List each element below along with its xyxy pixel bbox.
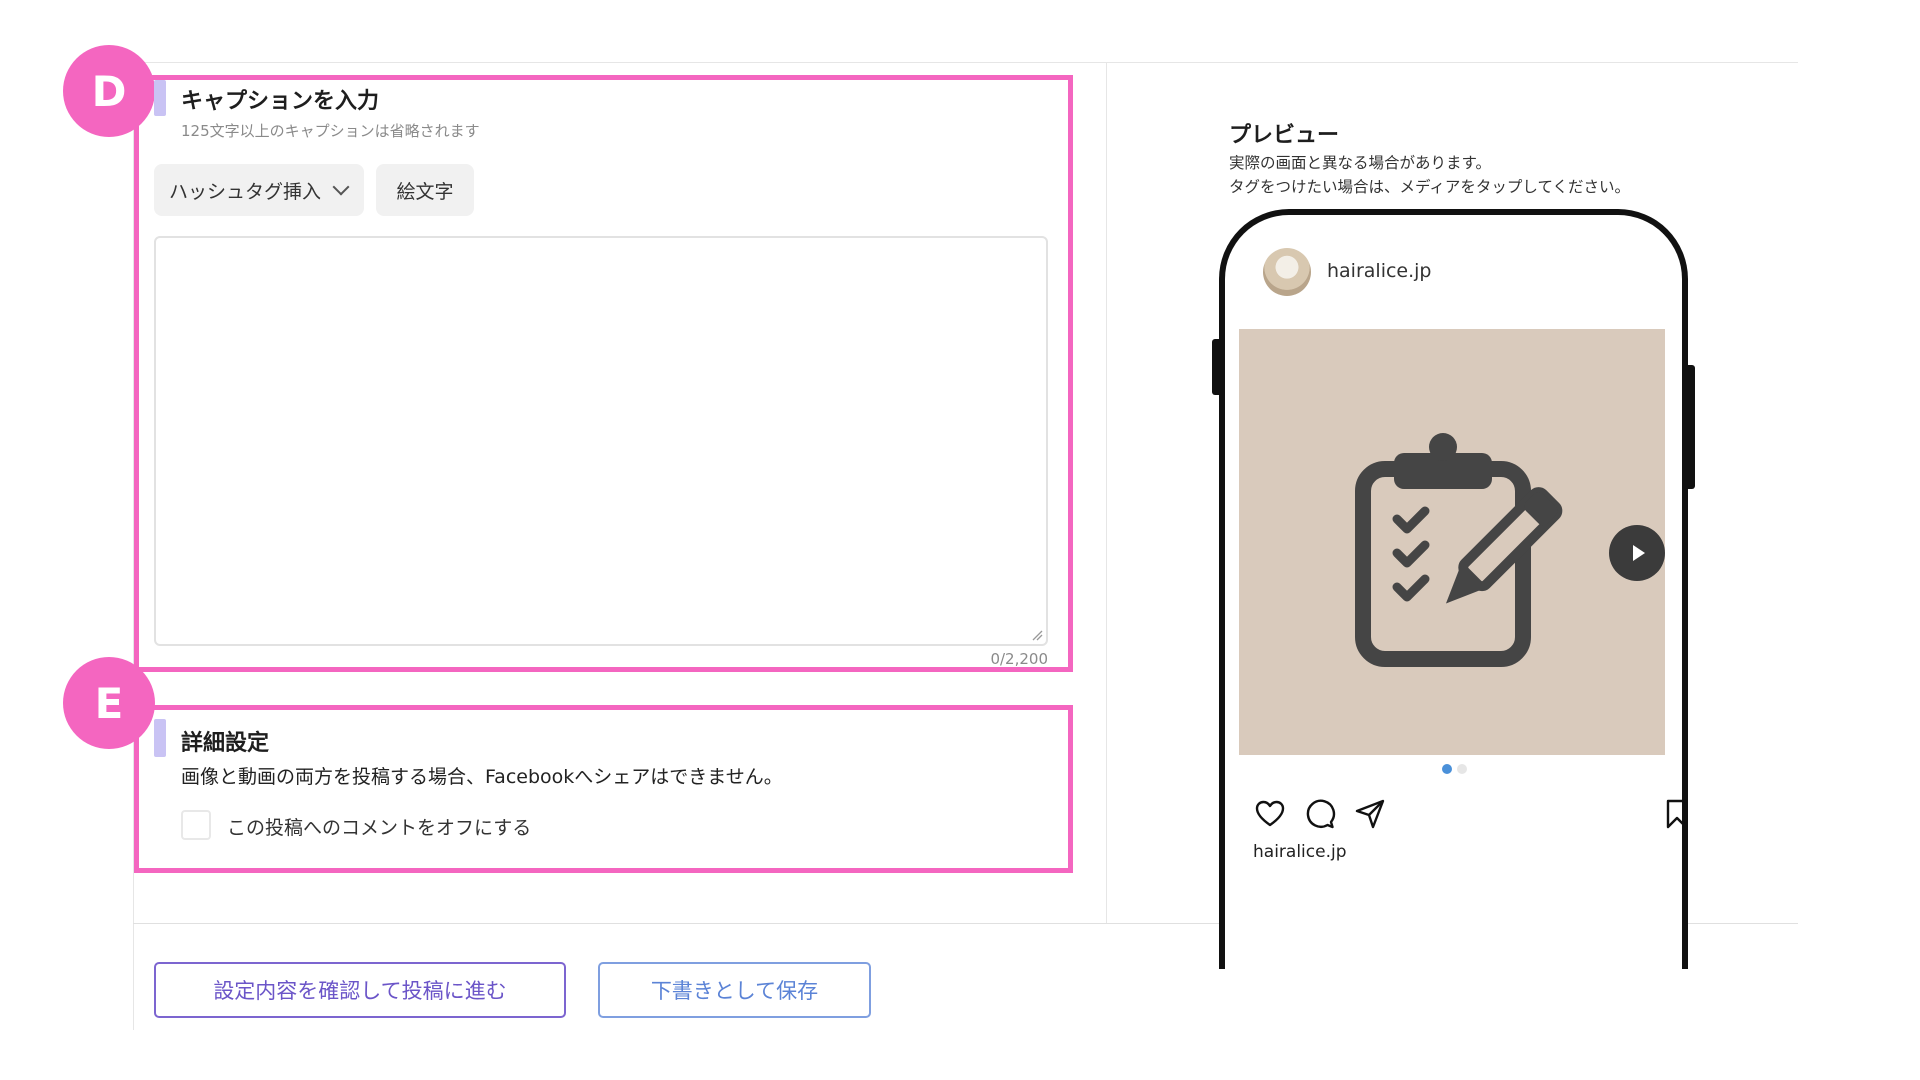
confirm-and-post-button[interactable]: 設定内容を確認して投稿に進む	[154, 962, 566, 1018]
phone-side-button-right	[1687, 365, 1695, 489]
bookmark-icon[interactable]	[1661, 798, 1693, 830]
chevron-down-icon	[332, 178, 350, 196]
carousel-dot	[1457, 764, 1467, 774]
detail-section-accent	[154, 719, 166, 757]
share-icon[interactable]	[1354, 798, 1386, 830]
comment-icon[interactable]	[1304, 798, 1336, 830]
preview-note-line2: タグをつけたい場合は、メディアをタップしてください。	[1229, 178, 1630, 196]
play-arrow-icon	[1633, 545, 1645, 561]
content-top-divider	[133, 62, 1798, 63]
comment-off-checkbox[interactable]	[181, 810, 211, 840]
comment-off-label[interactable]: この投稿へのコメントをオフにする	[227, 813, 531, 840]
caption-section-title: キャプションを入力	[181, 89, 380, 114]
resize-grip-icon[interactable]	[1031, 629, 1043, 641]
caption-char-counter: 0/2,200	[990, 650, 1048, 668]
preview-note-line1: 実際の画面と異なる場合があります。	[1229, 154, 1491, 172]
emoji-button-label: 絵文字	[396, 180, 454, 203]
clipboard-checklist-pen-icon	[1355, 433, 1563, 667]
annotation-box-e	[134, 705, 1073, 873]
account-avatar	[1263, 248, 1311, 296]
annotation-marker-d: D	[63, 45, 155, 137]
detail-section-title: 詳細設定	[181, 731, 270, 756]
facebook-share-note: 画像と動画の両方を投稿する場合、Facebookへシェアはできません。	[181, 766, 783, 788]
preview-title: プレビュー	[1229, 123, 1340, 148]
hashtag-insert-label: ハッシュタグ挿入	[169, 180, 322, 203]
carousel-indicator	[1442, 764, 1467, 774]
emoji-button[interactable]: 絵文字	[376, 164, 474, 216]
caption-textarea[interactable]	[154, 236, 1048, 646]
caption-length-hint: 125文字以上のキャプションは省略されます	[181, 122, 480, 140]
annotation-marker-e: E	[63, 657, 155, 749]
carousel-dot-active	[1442, 764, 1452, 774]
next-media-button[interactable]	[1609, 525, 1665, 581]
hashtag-insert-button[interactable]: ハッシュタグ挿入	[154, 164, 364, 216]
heart-icon[interactable]	[1254, 798, 1286, 830]
caption-handle: hairalice.jp	[1253, 842, 1347, 862]
column-divider	[1106, 62, 1107, 924]
save-draft-button[interactable]: 下書きとして保存	[598, 962, 871, 1018]
save-draft-label: 下書きとして保存	[650, 979, 819, 1003]
caption-section-accent	[154, 80, 166, 116]
account-handle: hairalice.jp	[1327, 260, 1432, 282]
post-media[interactable]	[1239, 329, 1665, 755]
confirm-and-post-label: 設定内容を確認して投稿に進む	[213, 979, 507, 1003]
